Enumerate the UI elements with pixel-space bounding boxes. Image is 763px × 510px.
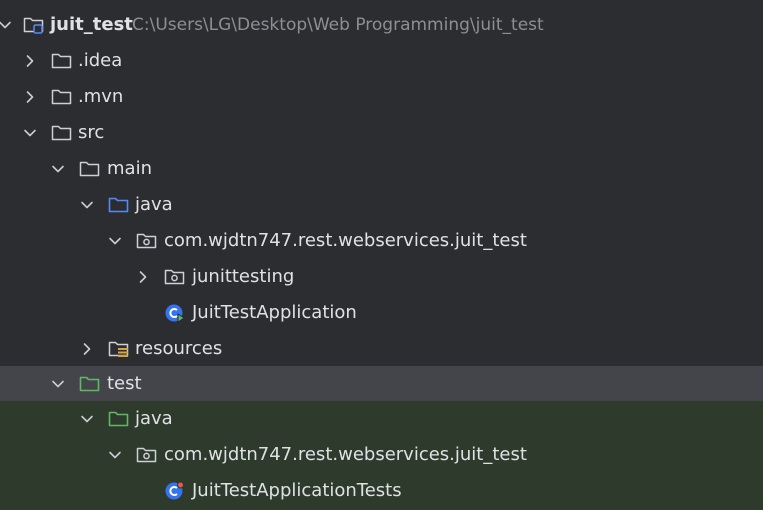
tree-row-main-package[interactable]: com.wjdtn747.rest.webservices.juit_test <box>0 223 763 259</box>
spring-boot-class-icon <box>163 302 187 324</box>
tree-row-src[interactable]: src <box>0 115 763 151</box>
tree-row-test-class[interactable]: JuitTestApplicationTests <box>0 473 763 510</box>
chevron-right-icon[interactable] <box>134 268 152 286</box>
package-icon <box>163 266 187 288</box>
tree-row-test-java[interactable]: java <box>0 401 763 437</box>
chevron-right-icon[interactable] <box>21 88 39 106</box>
tree-row-application-class[interactable]: JuitTestApplication <box>0 295 763 331</box>
root-label: juit_test <box>50 14 133 35</box>
module-folder-icon <box>22 14 46 36</box>
tree-label: JuitTestApplication <box>192 302 357 323</box>
resources-folder-icon <box>107 338 131 360</box>
source-root-folder-icon <box>107 194 131 216</box>
tree-row-test[interactable]: test <box>0 366 763 401</box>
package-icon <box>135 444 159 466</box>
chevron-down-icon[interactable] <box>49 160 67 178</box>
tree-label: com.wjdtn747.rest.webservices.juit_test <box>164 230 527 251</box>
chevron-down-icon[interactable] <box>78 196 96 214</box>
folder-icon <box>50 50 74 72</box>
tree-row-mvn[interactable]: .mvn <box>0 79 763 115</box>
folder-icon <box>50 122 74 144</box>
chevron-down-icon[interactable] <box>49 375 67 393</box>
chevron-down-icon[interactable] <box>106 232 124 250</box>
tree-label: com.wjdtn747.rest.webservices.juit_test <box>164 444 527 465</box>
chevron-down-icon[interactable] <box>78 410 96 428</box>
project-tree: juit_test C:\Users\LG\Desktop\Web Progra… <box>0 0 763 510</box>
tree-row-test-package[interactable]: com.wjdtn747.rest.webservices.juit_test <box>0 437 763 473</box>
tree-row-root[interactable]: juit_test C:\Users\LG\Desktop\Web Progra… <box>0 7 763 43</box>
tree-row-main-java[interactable]: java <box>0 187 763 223</box>
test-source-root-folder-icon <box>107 408 131 430</box>
tree-label: .idea <box>78 50 123 71</box>
folder-icon <box>50 86 74 108</box>
root-path: C:\Users\LG\Desktop\Web Programming\juit… <box>132 15 544 35</box>
chevron-down-icon[interactable] <box>21 124 39 142</box>
tree-row-resources[interactable]: resources <box>0 331 763 367</box>
test-folder-icon <box>78 373 102 395</box>
tree-label: main <box>107 158 152 179</box>
tree-label: src <box>78 122 105 143</box>
tree-label: test <box>107 373 142 394</box>
chevron-right-icon[interactable] <box>78 340 96 358</box>
test-class-icon <box>163 480 187 502</box>
chevron-right-icon[interactable] <box>21 52 39 70</box>
chevron-down-icon[interactable] <box>106 446 124 464</box>
tree-row-idea[interactable]: .idea <box>0 43 763 79</box>
chevron-down-icon[interactable] <box>0 16 14 34</box>
tree-label: java <box>135 408 173 429</box>
tree-row-main[interactable]: main <box>0 151 763 187</box>
tree-label: resources <box>135 338 223 359</box>
tree-label: junittesting <box>192 266 295 287</box>
tree-row-junittesting[interactable]: junittesting <box>0 259 763 295</box>
tree-label: java <box>135 194 173 215</box>
folder-icon <box>78 158 102 180</box>
tree-label: JuitTestApplicationTests <box>192 480 402 501</box>
tree-label: .mvn <box>78 86 124 107</box>
package-icon <box>135 230 159 252</box>
